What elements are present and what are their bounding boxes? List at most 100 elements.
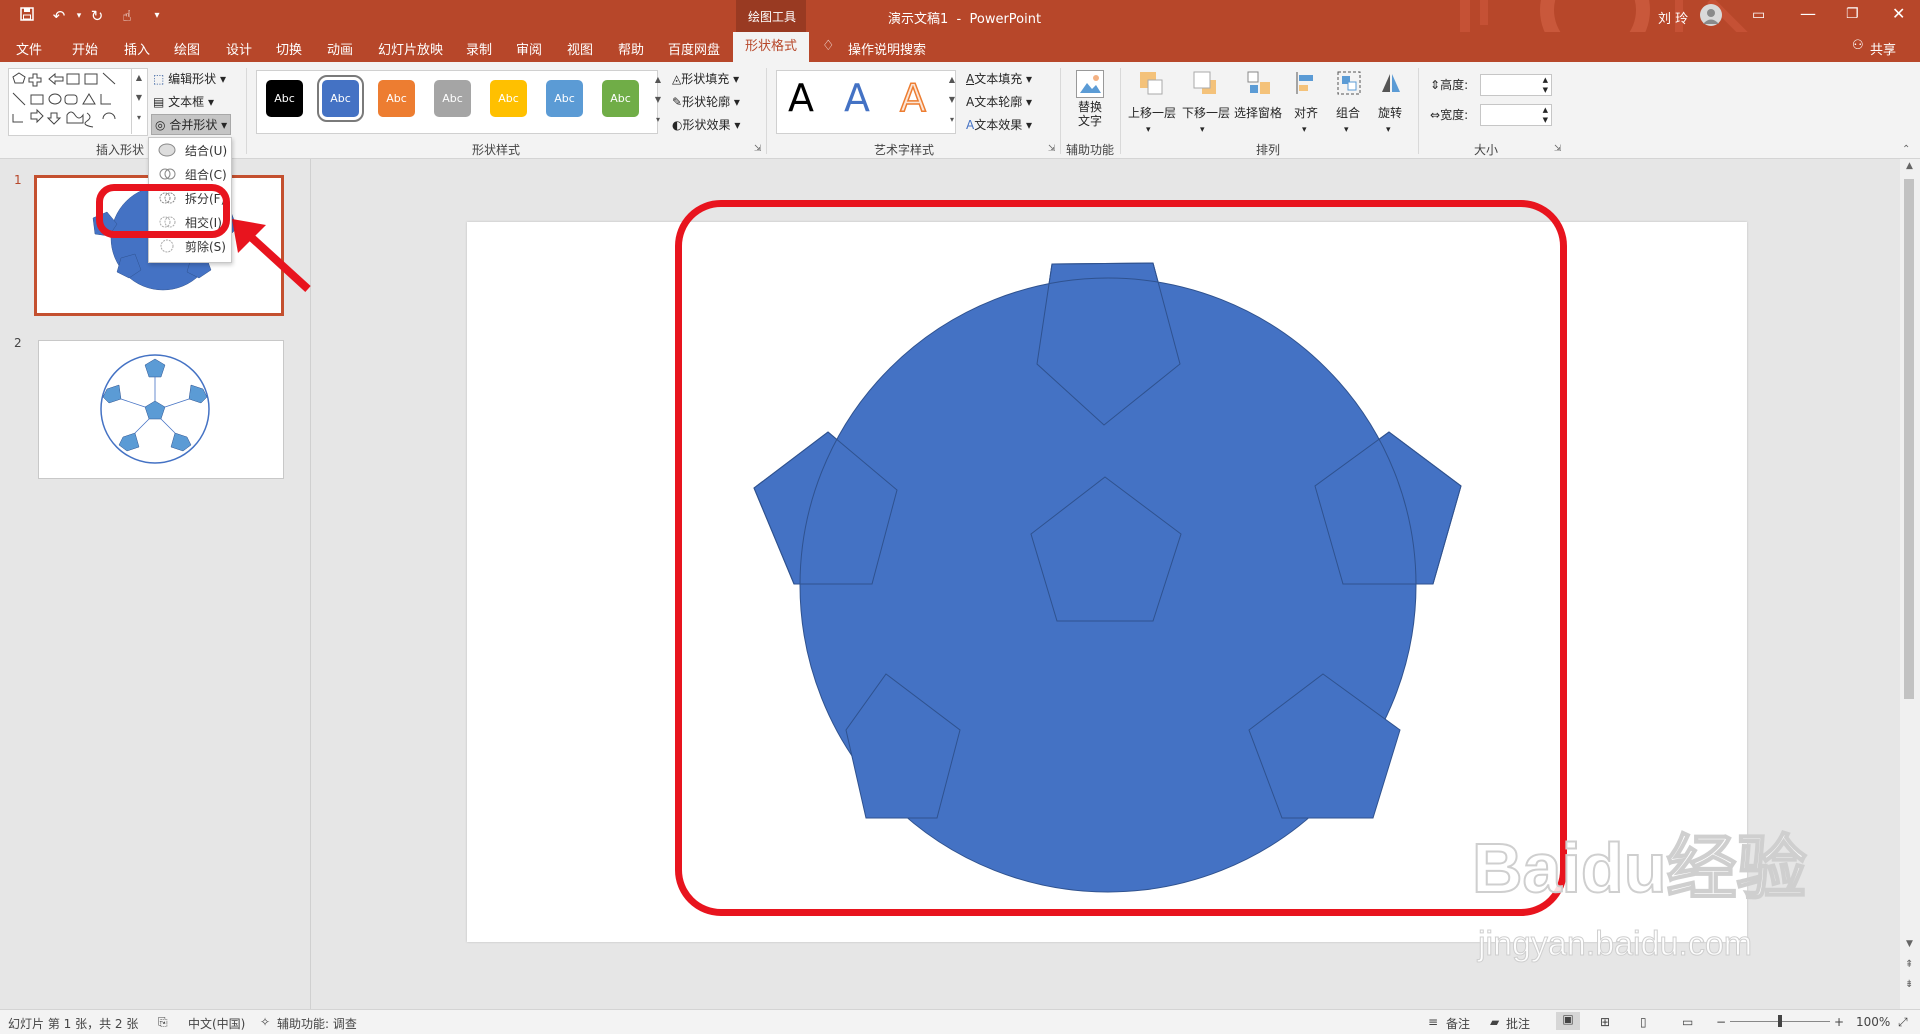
- restore-icon[interactable]: ❐: [1846, 6, 1859, 22]
- bring-forward-icon[interactable]: [1138, 70, 1164, 96]
- tab-baidu-netdisk[interactable]: 百度网盘: [668, 39, 720, 58]
- wordart-style-1[interactable]: A: [788, 76, 814, 120]
- tab-help[interactable]: 帮助: [618, 39, 644, 58]
- spellcheck-icon[interactable]: ⎘: [158, 1015, 168, 1030]
- slide-thumbnail-2[interactable]: [38, 340, 284, 479]
- tab-shape-format[interactable]: 形状格式: [733, 32, 810, 62]
- shape-effects-button[interactable]: ◐形状效果 ▾: [672, 116, 740, 133]
- share-icon: ⚇: [1852, 38, 1864, 53]
- shape-style-6[interactable]: Abc: [546, 80, 583, 117]
- shapes-gallery-scroll[interactable]: ▲ ▼ ▾: [131, 68, 146, 134]
- shape-style-3[interactable]: Abc: [378, 80, 415, 117]
- align-button[interactable]: 对齐 ▾: [1294, 104, 1318, 135]
- slide-sorter-icon[interactable]: ⊞: [1600, 1015, 1610, 1029]
- shape-style-7[interactable]: Abc: [602, 80, 639, 117]
- alt-text-icon[interactable]: [1076, 70, 1104, 98]
- align-icon[interactable]: [1294, 70, 1320, 96]
- minimize-icon[interactable]: —: [1800, 4, 1816, 23]
- wordart-scroll[interactable]: ▲ ▼ ▾: [946, 70, 958, 132]
- zoom-in-icon[interactable]: +: [1834, 1015, 1844, 1029]
- tab-record[interactable]: 录制: [466, 39, 492, 58]
- wordart-style-2[interactable]: A: [844, 76, 870, 120]
- redo-icon[interactable]: ↻: [86, 6, 108, 26]
- send-backward-icon[interactable]: [1192, 70, 1218, 96]
- height-label: ⇕高度:: [1430, 76, 1468, 93]
- width-icon: ⇔: [1430, 108, 1441, 122]
- menu-item-union[interactable]: 结合(U): [149, 138, 231, 162]
- zoom-slider-thumb[interactable]: [1778, 1015, 1782, 1027]
- shape-style-2[interactable]: Abc: [317, 75, 364, 122]
- scroll-thumb[interactable]: [1904, 179, 1914, 699]
- shape-outline-button[interactable]: ✎形状轮廓 ▾: [672, 93, 740, 110]
- text-effects-button[interactable]: A文本效果 ▾: [966, 116, 1032, 133]
- shape-styles-scroll[interactable]: ▲ ▼ ▾: [652, 70, 664, 132]
- edit-shape-button[interactable]: ⬚ 编辑形状 ▾: [153, 70, 226, 87]
- share-button[interactable]: 共享: [1870, 39, 1896, 58]
- scroll-up-icon[interactable]: ▲: [1906, 161, 1913, 171]
- tab-animations[interactable]: 动画: [327, 39, 353, 58]
- slideshow-icon[interactable]: ▭: [1682, 1015, 1693, 1029]
- shape-styles-launcher-icon[interactable]: ⇲: [754, 144, 762, 154]
- group-objects-button[interactable]: 组合 ▾: [1336, 104, 1360, 135]
- zoom-out-icon[interactable]: −: [1716, 1015, 1726, 1029]
- tab-transitions[interactable]: 切换: [276, 39, 302, 58]
- tab-design[interactable]: 设计: [226, 39, 252, 58]
- height-input[interactable]: ▲ ▼: [1480, 74, 1552, 96]
- normal-view-icon[interactable]: ▣: [1556, 1012, 1580, 1030]
- width-label: ⇔宽度:: [1430, 106, 1468, 123]
- tab-file[interactable]: 文件: [16, 39, 42, 58]
- tab-insert[interactable]: 插入: [124, 39, 150, 58]
- text-fill-button[interactable]: A文本填充 ▾: [966, 70, 1032, 87]
- prev-slide-icon[interactable]: ⇞: [1905, 959, 1913, 970]
- avatar[interactable]: [1700, 4, 1722, 26]
- ribbon-display-icon[interactable]: ▭: [1752, 7, 1765, 23]
- rotate-button[interactable]: 旋转 ▾: [1378, 104, 1402, 135]
- scroll-down-icon[interactable]: ▼: [1906, 939, 1913, 949]
- shapes-gallery[interactable]: [8, 68, 148, 136]
- customize-icon[interactable]: ▾: [146, 6, 168, 26]
- menu-item-combine[interactable]: 组合(C): [149, 162, 231, 186]
- group-objects-icon[interactable]: [1336, 70, 1362, 96]
- annotation-arrow: [232, 219, 311, 292]
- save-icon[interactable]: [16, 6, 38, 26]
- tab-slideshow[interactable]: 幻灯片放映: [378, 39, 443, 58]
- text-outline-button[interactable]: A文本轮廓 ▾: [966, 93, 1032, 110]
- edit-shape-label: 编辑形状: [168, 72, 217, 86]
- rotate-icon[interactable]: [1378, 70, 1404, 96]
- shape-style-4[interactable]: Abc: [434, 80, 471, 117]
- tab-view[interactable]: 视图: [567, 39, 593, 58]
- fit-slide-icon[interactable]: ⤢: [1898, 1015, 1908, 1030]
- shape-fill-button[interactable]: ◬形状填充 ▾: [672, 70, 739, 87]
- alt-text-button[interactable]: 替换文字: [1078, 100, 1102, 128]
- tab-review[interactable]: 审阅: [516, 39, 542, 58]
- language-status[interactable]: 中文(中国): [188, 1015, 245, 1032]
- selection-pane-button[interactable]: 选择窗格: [1234, 104, 1282, 121]
- tab-home[interactable]: 开始: [72, 39, 98, 58]
- user-name[interactable]: 刘 玲: [1658, 8, 1688, 27]
- comments-button[interactable]: 批注: [1506, 1015, 1530, 1032]
- shape-style-1[interactable]: Abc: [266, 80, 303, 117]
- selection-pane-icon[interactable]: [1246, 70, 1272, 96]
- wordart-style-3[interactable]: A: [899, 75, 927, 121]
- undo-icon[interactable]: ↶: [48, 6, 70, 26]
- text-box-button[interactable]: ▤ 文本框 ▾: [153, 93, 214, 110]
- next-slide-icon[interactable]: ⇟: [1905, 979, 1913, 990]
- send-backward-button[interactable]: 下移一层 ▾: [1182, 104, 1230, 135]
- collapse-ribbon-icon[interactable]: ⌃: [1902, 144, 1910, 155]
- slide-thumbnails-pane: 1 2: [0, 159, 311, 1009]
- notes-button[interactable]: 备注: [1446, 1015, 1470, 1032]
- close-icon[interactable]: ✕: [1892, 4, 1905, 23]
- zoom-level[interactable]: 100%: [1856, 1015, 1890, 1029]
- wordart-launcher-icon[interactable]: ⇲: [1048, 144, 1056, 154]
- accessibility-status[interactable]: 辅助功能: 调查: [277, 1015, 357, 1032]
- merge-shapes-button[interactable]: ◎ 合并形状 ▾: [151, 114, 232, 135]
- size-launcher-icon[interactable]: ⇲: [1554, 144, 1562, 154]
- tab-draw[interactable]: 绘图: [174, 39, 200, 58]
- touch-mode-icon[interactable]: ☝: [116, 6, 138, 26]
- width-input[interactable]: ▲ ▼: [1480, 104, 1552, 126]
- reading-view-icon[interactable]: ▯: [1640, 1015, 1647, 1029]
- bring-forward-button[interactable]: 上移一层 ▾: [1128, 104, 1176, 135]
- tell-me-search[interactable]: 操作说明搜索: [848, 39, 926, 58]
- shape-style-5[interactable]: Abc: [490, 80, 527, 117]
- vertical-scrollbar[interactable]: ▲ ▼ ⇞ ⇟: [1900, 159, 1920, 1009]
